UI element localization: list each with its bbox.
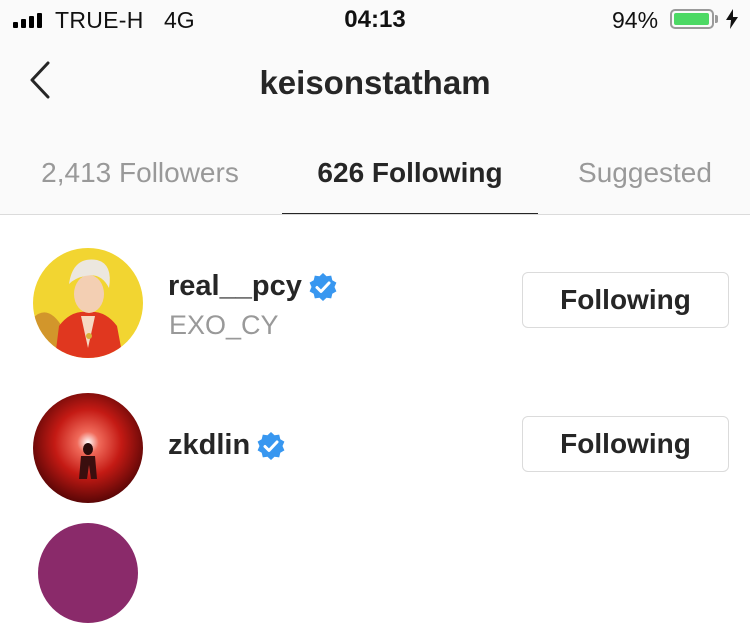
tab-following[interactable]: 626 Following: [282, 145, 538, 215]
charging-bolt-icon: [726, 9, 738, 29]
verified-badge-icon: [257, 431, 285, 460]
list-item[interactable]: zkdlin Following: [0, 385, 750, 515]
battery-percent: 94%: [612, 7, 659, 33]
avatar[interactable]: [33, 248, 143, 358]
page-title: keisonstatham: [259, 64, 491, 101]
following-button[interactable]: Following: [522, 272, 729, 328]
battery-tip: [715, 15, 718, 23]
list-item[interactable]: real__pcy EXO_CY Following: [0, 240, 750, 370]
tab-suggested[interactable]: Suggested: [540, 145, 750, 215]
full-name: EXO_CY: [169, 310, 279, 340]
verified-badge-icon: [309, 272, 337, 301]
username[interactable]: zkdlin: [168, 429, 286, 462]
avatar[interactable]: [33, 393, 143, 503]
username-text: real__pcy: [168, 270, 302, 302]
divider: [0, 214, 750, 215]
following-button[interactable]: Following: [522, 416, 729, 472]
tab-bar: 2,413 Followers 626 Following Suggested: [0, 145, 750, 215]
avatar[interactable]: [38, 523, 138, 623]
battery-icon: [670, 9, 714, 29]
status-bar: TRUE-H 4G 04:13 94%: [0, 0, 750, 40]
tab-followers[interactable]: 2,413 Followers: [15, 145, 265, 215]
username[interactable]: real__pcy: [168, 270, 338, 303]
username-text: zkdlin: [168, 429, 251, 461]
